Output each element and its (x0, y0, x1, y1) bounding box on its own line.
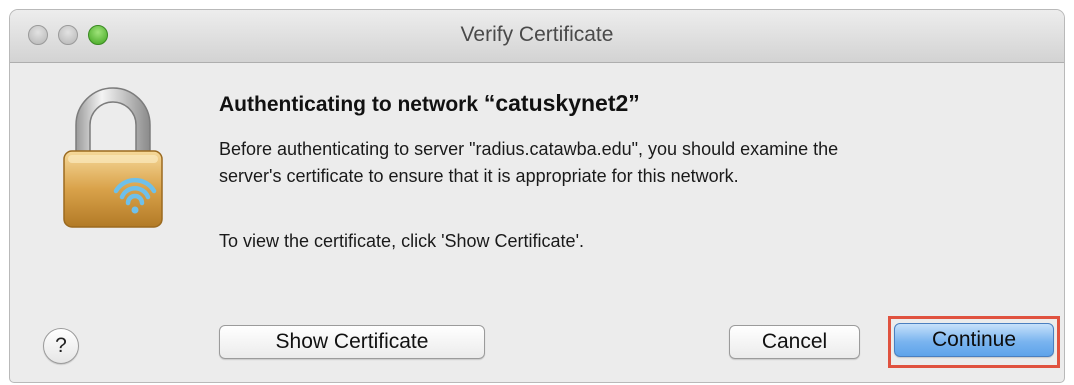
heading-prefix: Authenticating to network (219, 93, 484, 116)
verify-certificate-window: Verify Certificate Authenticating to net… (10, 10, 1064, 382)
explanation-line-1: Before authenticating to server "radius.… (219, 139, 839, 159)
window-title: Verify Certificate (460, 23, 614, 46)
show-certificate-button[interactable]: Show Certificate (219, 325, 485, 359)
dialog-heading: Authenticating to network “catuskynet2” (219, 90, 640, 117)
wifi-padlock-icon (63, 87, 163, 228)
explanation-line-2: server's certificate to ensure that it i… (219, 166, 739, 186)
explanation-paragraph: Before authenticating to server "radius.… (219, 136, 838, 190)
cancel-button[interactable]: Cancel (729, 325, 860, 359)
continue-button[interactable]: Continue (894, 323, 1054, 357)
instruction-text: To view the certificate, click 'Show Cer… (219, 231, 585, 251)
help-button[interactable]: ? (43, 328, 79, 364)
title-bar[interactable]: Verify Certificate (10, 10, 1064, 63)
network-name: “catuskynet2” (483, 90, 640, 116)
